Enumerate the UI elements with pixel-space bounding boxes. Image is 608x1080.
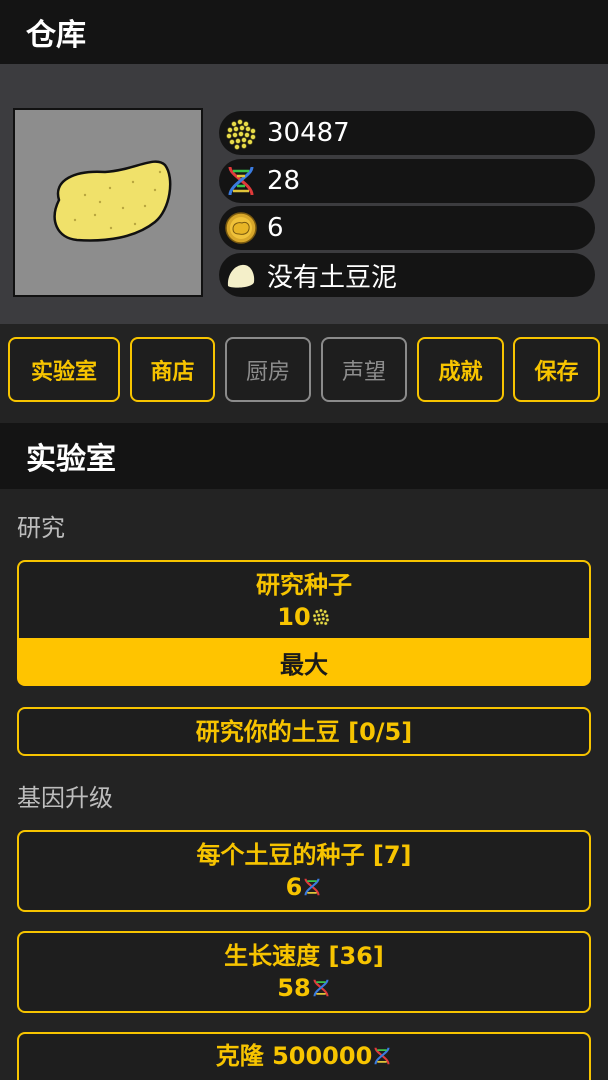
potato-icon: [53, 160, 172, 242]
potato-coin-icon: [223, 210, 259, 246]
research-seeds-label: 研究种子: [256, 571, 352, 599]
warehouse-title: 仓库: [26, 18, 86, 53]
seeds-per-potato-cost: 6: [286, 871, 323, 903]
nav-kitchen-button[interactable]: 厨房: [225, 337, 311, 402]
potato-counter: 6: [219, 206, 595, 250]
mash-value: 没有土豆泥: [267, 262, 398, 293]
dna-icon: [223, 163, 259, 199]
research-section-label: 研究: [17, 514, 65, 542]
clone-button[interactable]: 克隆 500000: [17, 1032, 591, 1080]
dna-icon: [304, 878, 320, 896]
dna-counter: 28: [219, 159, 595, 203]
research-potato-label: 研究你的土豆 [0/5]: [195, 717, 413, 746]
potato-value: 6: [267, 213, 284, 243]
potato-display[interactable]: [13, 108, 203, 297]
nav-shop-button[interactable]: 商店: [130, 337, 215, 402]
growth-speed-button[interactable]: 生长速度 [36] 58: [17, 931, 591, 1013]
seeds-per-potato-cost-value: 6: [285, 873, 303, 901]
research-seeds-button[interactable]: 研究种子 10: [17, 560, 591, 640]
clone-label: 克隆 500000: [215, 1042, 373, 1070]
warehouse-header: 仓库: [0, 0, 608, 64]
clone-cost: 克隆 500000: [216, 1040, 393, 1072]
gene-section-label: 基因升级: [17, 784, 113, 812]
nav-lab-button[interactable]: 实验室: [8, 337, 120, 402]
growth-speed-label: 生长速度 [36]: [224, 942, 384, 970]
seeds-per-potato-button[interactable]: 每个土豆的种子 [7] 6: [17, 830, 591, 912]
seeds-value: 30487: [267, 118, 350, 148]
nav-bar: 实验室 商店 厨房 声望 成就 保存: [0, 337, 608, 403]
seeds-counter: 30487: [219, 111, 595, 155]
dna-icon: [374, 1047, 390, 1065]
lab-title: 实验室: [26, 442, 116, 477]
seeds-per-potato-label: 每个土豆的种子 [7]: [196, 841, 412, 869]
growth-speed-cost: 58: [277, 972, 330, 1004]
resource-panel: 30487 28 6 没有土豆泥: [0, 64, 608, 324]
max-button[interactable]: 最大: [17, 638, 591, 686]
lab-header: 实验室: [0, 423, 608, 489]
research-potato-button[interactable]: 研究你的土豆 [0/5]: [17, 707, 591, 756]
mash-counter: 没有土豆泥: [219, 253, 595, 297]
dna-icon: [313, 979, 329, 997]
dna-value: 28: [267, 166, 301, 196]
nav-save-button[interactable]: 保存: [513, 337, 600, 402]
seeds-icon: [223, 115, 259, 151]
growth-speed-cost-value: 58: [277, 974, 311, 1002]
nav-achievements-button[interactable]: 成就: [417, 337, 504, 402]
research-seeds-cost: 10: [277, 601, 330, 633]
nav-reputation-button[interactable]: 声望: [321, 337, 407, 402]
seeds-icon: [312, 608, 329, 626]
research-seeds-cost-value: 10: [277, 603, 311, 631]
mashed-potato-icon: [223, 257, 259, 293]
